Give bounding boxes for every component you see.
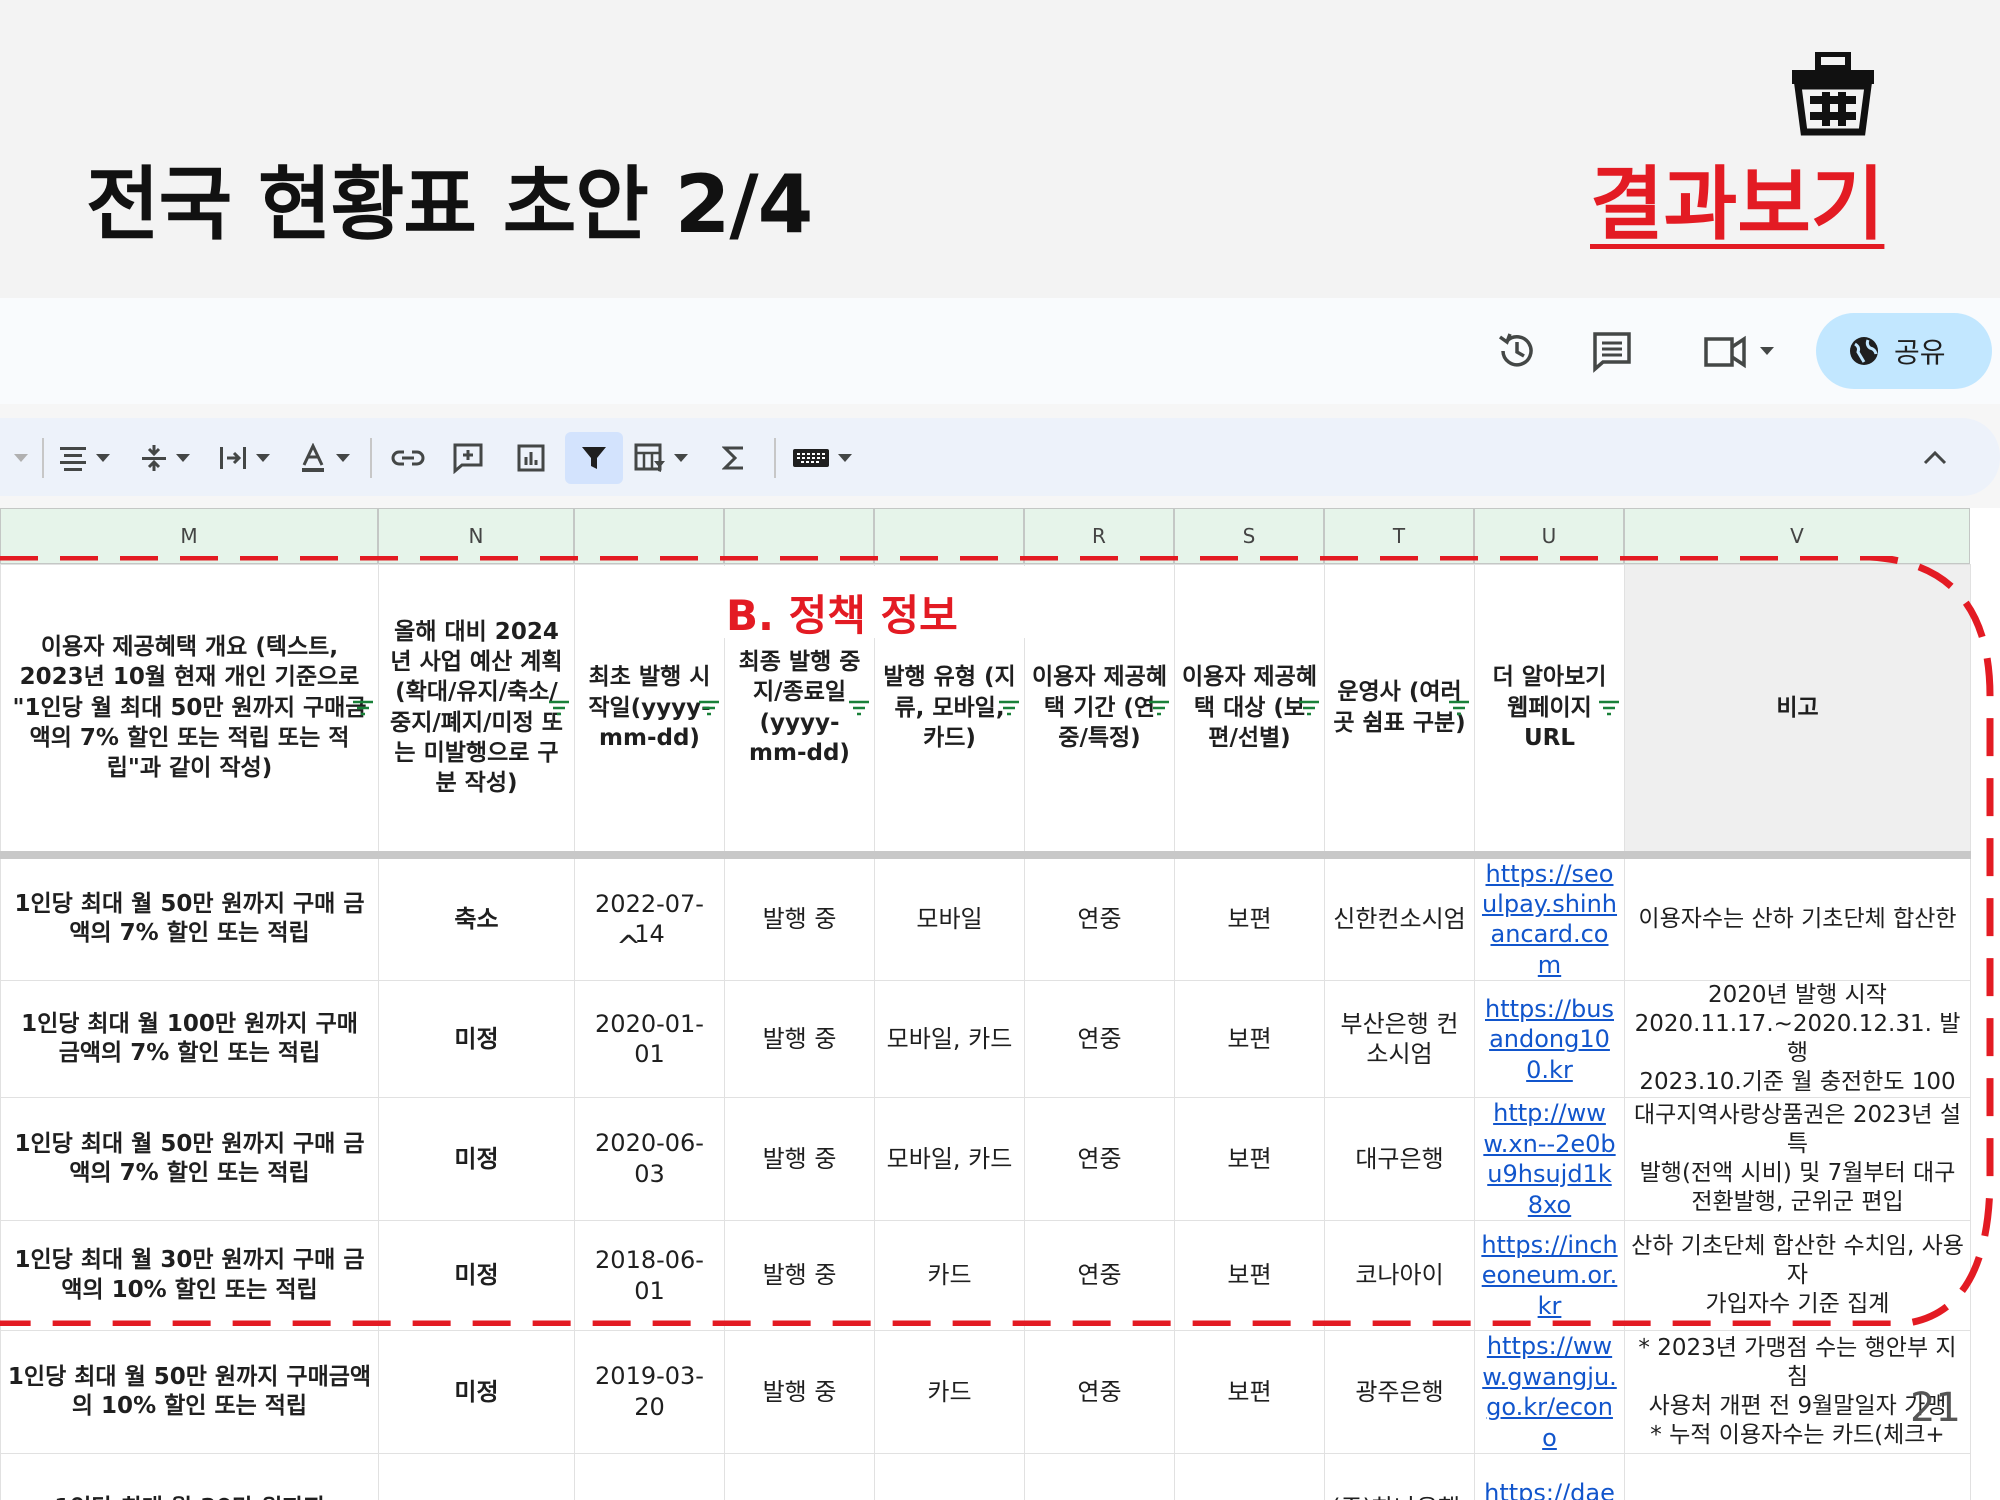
table-cell[interactable]: 미정: [378, 1330, 575, 1454]
globe-icon: [1850, 337, 1878, 365]
toolbar-separator: [42, 438, 44, 478]
table-cell[interactable]: [378, 1453, 575, 1500]
url-link-cell[interactable]: https://www.gwangju.go.kr/econo: [1474, 1330, 1625, 1454]
text-wrap-icon[interactable]: [218, 432, 270, 484]
comment-icon[interactable]: [1587, 326, 1637, 376]
text-color-icon[interactable]: [298, 432, 350, 484]
share-label: 공유: [1894, 336, 1946, 369]
toolbar-separator: [774, 438, 776, 478]
table-cell[interactable]: 발행 중: [724, 1330, 875, 1454]
table-cell[interactable]: [1624, 1453, 1971, 1500]
toolbar-dropdown-caret[interactable]: [6, 432, 28, 484]
slide-title: 전국 현황표 초안 2/4: [86, 158, 813, 251]
align-icon[interactable]: [58, 432, 110, 484]
table-cell[interactable]: 1인당 최대 월 30만 원까지: [0, 1453, 379, 1500]
table-cell[interactable]: [1174, 1453, 1325, 1500]
table-cell[interactable]: 연중: [1024, 1330, 1175, 1454]
link-icon[interactable]: [390, 432, 426, 484]
meet-icon[interactable]: [1696, 326, 1780, 376]
input-tools-icon[interactable]: [792, 432, 852, 484]
toolbar-separator: [370, 438, 372, 478]
table-row: 1인당 최대 월 50만 원까지 구매금액의 10% 할인 또는 적립 미정 201…: [0, 1330, 1971, 1454]
filter-icon[interactable]: [565, 432, 623, 484]
history-icon[interactable]: [1492, 326, 1542, 376]
filter-views-icon[interactable]: [634, 432, 688, 484]
highlight-dashed-box: [0, 556, 1994, 1326]
table-cell[interactable]: [724, 1453, 875, 1500]
page-number: 21: [1910, 1385, 1961, 1431]
slide-header: 전국 현황표 초안 2/4 결과보기: [0, 0, 2000, 298]
insert-comment-icon[interactable]: [452, 432, 484, 484]
table-cell[interactable]: 2019-03-20: [574, 1330, 725, 1454]
table-cell[interactable]: 광주은행: [1324, 1330, 1475, 1454]
basket-icon: [1792, 52, 1874, 136]
table-cell[interactable]: [574, 1453, 725, 1500]
valign-icon[interactable]: [140, 432, 190, 484]
table-cell[interactable]: 1인당 최대 월 50만 원까지 구매금액의 10% 할인 또는 적립: [0, 1330, 379, 1454]
text-cursor: ^: [616, 930, 642, 965]
sum-icon[interactable]: [722, 432, 746, 484]
share-button[interactable]: 공유: [1816, 313, 1992, 389]
result-link[interactable]: 결과보기: [1590, 140, 1884, 256]
table-cell[interactable]: [1024, 1453, 1175, 1500]
table-cell[interactable]: [874, 1453, 1025, 1500]
collapse-icon[interactable]: [1922, 432, 1948, 484]
table-cell[interactable]: 보편: [1174, 1330, 1325, 1454]
url-link-cell[interactable]: https://daej: [1474, 1453, 1625, 1500]
table-cell[interactable]: (주)하나은행,: [1324, 1453, 1475, 1500]
table-cell[interactable]: 카드: [874, 1330, 1025, 1454]
chart-icon[interactable]: [516, 432, 546, 484]
table-row: 1인당 최대 월 30만 원까지 (주)하나은행,https://daej: [0, 1453, 1971, 1500]
